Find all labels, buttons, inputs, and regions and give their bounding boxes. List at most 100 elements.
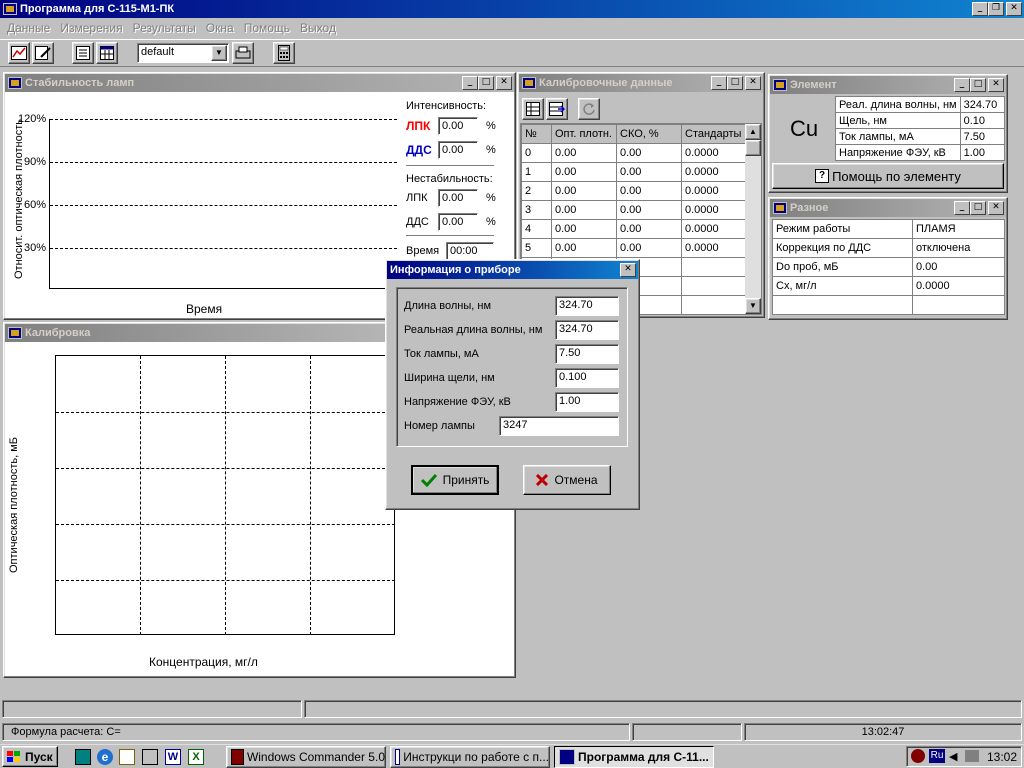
maximize-button[interactable]: □ <box>727 76 743 90</box>
element-titlebar[interactable]: Элемент _ □ ✕ <box>770 76 1006 94</box>
row-sko[interactable]: 0.00 <box>616 162 682 182</box>
scroll-down-icon[interactable]: ▼ <box>745 298 761 314</box>
menu-exit[interactable]: Выход <box>295 21 341 35</box>
clock[interactable]: 13:02 <box>987 750 1017 764</box>
vertical-scrollbar[interactable]: ▲ ▼ <box>745 124 761 314</box>
row-optdens[interactable]: 0.00 <box>551 181 617 201</box>
col-header-num[interactable]: № <box>521 124 552 144</box>
row-optdens[interactable]: 0.00 <box>551 143 617 163</box>
table-row[interactable]: 5 0.00 0.00 0.0000 <box>521 238 747 258</box>
prop-value[interactable]: 0.10 <box>959 112 1006 129</box>
row-standard[interactable]: 0.0000 <box>681 219 747 239</box>
table-edit-button[interactable] <box>522 98 544 120</box>
refresh-button[interactable] <box>578 98 600 120</box>
tray-bug-icon[interactable] <box>911 749 925 763</box>
task-word-document[interactable]: Инструкци по работе с п... <box>390 746 550 768</box>
scroll-up-icon[interactable]: ▲ <box>745 124 761 140</box>
row-sko[interactable]: 0.00 <box>616 143 682 163</box>
close-button[interactable]: ✕ <box>988 201 1004 215</box>
table-insert-button[interactable] <box>546 98 568 120</box>
table-row[interactable]: 4 0.00 0.00 0.0000 <box>521 219 747 239</box>
pmt-voltage-field[interactable]: 1.00 <box>555 392 619 412</box>
prop-value[interactable]: 324.70 <box>959 96 1006 113</box>
row-standard[interactable]: 0.0000 <box>681 181 747 201</box>
calculator-tool-button[interactable] <box>273 42 295 64</box>
quick-launch-excel-icon[interactable]: X <box>188 749 204 765</box>
misc-value[interactable]: 0.0000 <box>912 276 1005 296</box>
calib-data-titlebar[interactable]: Калибровочные данные _ □ ✕ <box>519 74 763 92</box>
quick-launch-outlook-icon[interactable] <box>119 749 135 765</box>
language-indicator[interactable]: Ru <box>929 749 945 763</box>
scroll-thumb[interactable] <box>745 140 761 156</box>
close-button[interactable]: ✕ <box>745 76 761 90</box>
lpk-intensity-field[interactable]: 0.00 <box>438 117 478 135</box>
row-sko[interactable]: 0.00 <box>616 181 682 201</box>
col-header-standards[interactable]: Стандарты <box>681 124 747 144</box>
row-sko[interactable]: 0.00 <box>616 200 682 220</box>
row-standard[interactable]: 0.0000 <box>681 238 747 258</box>
lpk-instability-field[interactable]: 0.00 <box>438 189 478 207</box>
prop-value[interactable]: 1.00 <box>959 144 1006 161</box>
minimize-button[interactable]: _ <box>462 76 478 90</box>
row-optdens[interactable]: 0.00 <box>551 238 617 258</box>
menu-results[interactable]: Результаты <box>128 21 201 35</box>
row-standard[interactable]: 0.0000 <box>681 200 747 220</box>
minimize-button[interactable]: _ <box>711 76 727 90</box>
quick-launch-desktop-icon[interactable] <box>75 749 91 765</box>
misc-value[interactable]: 0.00 <box>912 257 1005 277</box>
close-button[interactable]: ✕ <box>1006 2 1022 16</box>
close-button[interactable]: ✕ <box>620 263 636 277</box>
close-button[interactable]: ✕ <box>988 78 1004 92</box>
maximize-button[interactable]: □ <box>970 201 986 215</box>
restore-button[interactable]: ❐ <box>988 2 1004 16</box>
misc-titlebar[interactable]: Разное _ □ ✕ <box>770 199 1006 217</box>
profile-select[interactable]: default ▼ <box>137 43 229 63</box>
task-program-active[interactable]: Программа для С-11... <box>554 746 714 768</box>
row-sko[interactable]: 0.00 <box>616 238 682 258</box>
time-field[interactable]: 00:00 <box>446 242 494 260</box>
tray-network-icon[interactable] <box>965 750 979 762</box>
accept-button[interactable]: Принять <box>411 465 499 495</box>
minimize-button[interactable]: _ <box>954 78 970 92</box>
lamp-number-field[interactable]: 3247 <box>499 416 619 436</box>
table-tool-button[interactable] <box>96 42 118 64</box>
wavelength-field[interactable]: 324.70 <box>555 296 619 316</box>
prop-value[interactable]: 7.50 <box>959 128 1006 145</box>
volume-icon[interactable]: ◀ <box>949 750 957 763</box>
maximize-button[interactable]: □ <box>478 76 494 90</box>
misc-value[interactable]: ПЛАМЯ <box>912 219 1005 239</box>
table-row[interactable]: 1 0.00 0.00 0.0000 <box>521 162 747 182</box>
quick-launch-word-icon[interactable]: W <box>165 749 181 765</box>
menu-help[interactable]: Помощь <box>239 21 295 35</box>
menu-data[interactable]: Данные <box>2 21 55 35</box>
table-row[interactable]: 2 0.00 0.00 0.0000 <box>521 181 747 201</box>
row-optdens[interactable]: 0.00 <box>551 219 617 239</box>
real-wavelength-field[interactable]: 324.70 <box>555 320 619 340</box>
maximize-button[interactable]: □ <box>970 78 986 92</box>
dds-instability-field[interactable]: 0.00 <box>438 213 478 231</box>
row-optdens[interactable]: 0.00 <box>551 200 617 220</box>
menu-measurements[interactable]: Измерения <box>55 21 127 35</box>
edit-tool-button[interactable] <box>32 42 54 64</box>
close-button[interactable]: ✕ <box>496 76 512 90</box>
minimize-button[interactable]: _ <box>972 2 988 16</box>
chevron-down-icon[interactable]: ▼ <box>211 45 227 61</box>
element-help-button[interactable]: ? Помощь по элементу <box>772 163 1004 189</box>
list-tool-button[interactable] <box>72 42 94 64</box>
row-standard[interactable]: 0.0000 <box>681 162 747 182</box>
misc-value[interactable]: отключена <box>912 238 1005 258</box>
task-windows-commander[interactable]: Windows Commander 5.0 <box>226 746 386 768</box>
quick-launch-ie-icon[interactable]: e <box>97 749 113 765</box>
table-row[interactable]: 0 0.00 0.00 0.0000 <box>521 143 747 163</box>
lamp-current-field[interactable]: 7.50 <box>555 344 619 364</box>
row-standard[interactable]: 0.0000 <box>681 143 747 163</box>
col-header-optdens[interactable]: Опт. плотн. <box>551 124 617 144</box>
calibration-titlebar[interactable]: Калибровка <box>5 324 385 342</box>
table-row[interactable]: 3 0.00 0.00 0.0000 <box>521 200 747 220</box>
cancel-button[interactable]: Отмена <box>523 465 611 495</box>
slit-width-field[interactable]: 0.100 <box>555 368 619 388</box>
print-tool-button[interactable] <box>232 42 254 64</box>
col-header-sko[interactable]: СКО, % <box>616 124 682 144</box>
start-button[interactable]: Пуск <box>2 746 58 767</box>
chart-tool-button[interactable] <box>8 42 30 64</box>
